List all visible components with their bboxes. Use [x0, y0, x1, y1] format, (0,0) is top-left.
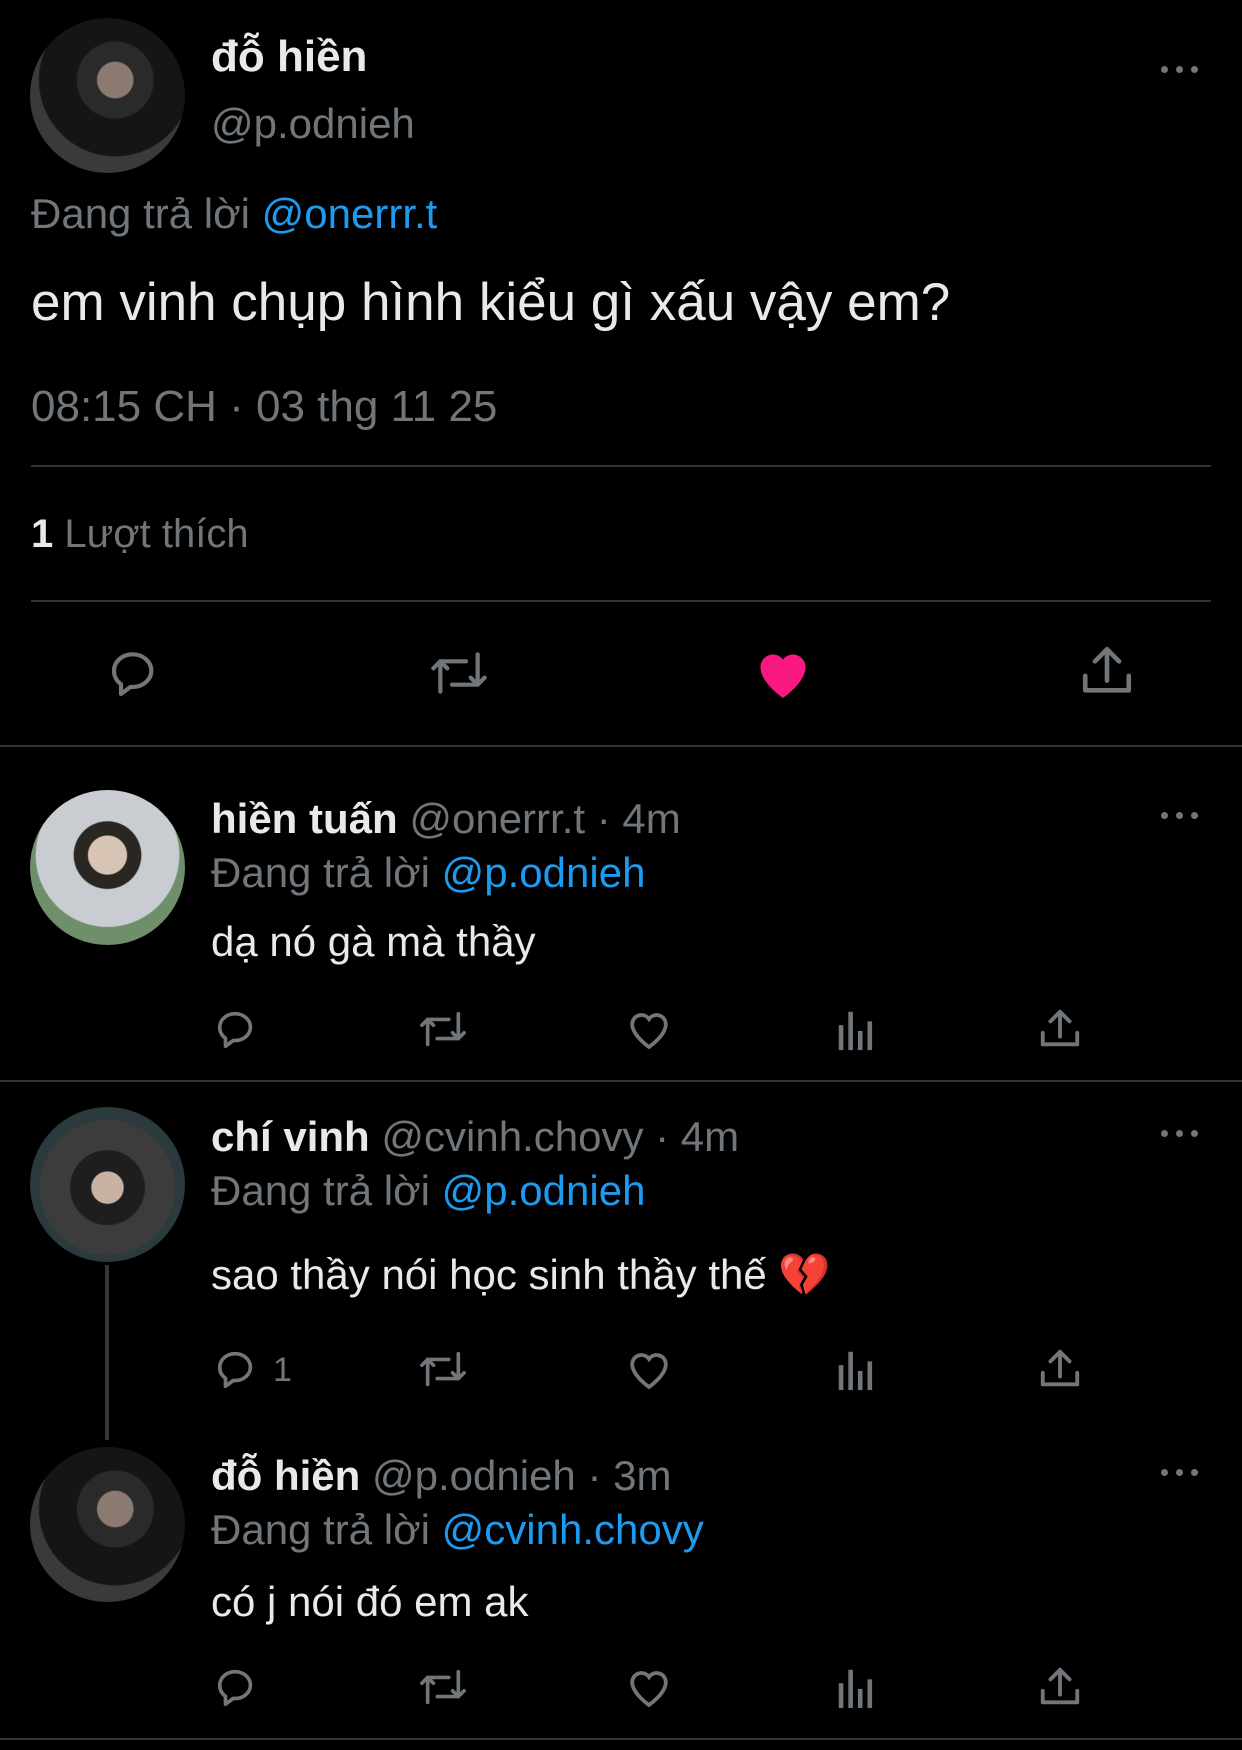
share-icon[interactable]	[1078, 642, 1136, 700]
tweet-timestamp[interactable]: 08:15 CH · 03 thg 11 25	[31, 382, 497, 432]
replying-to-link[interactable]: @p.odnieh	[442, 849, 646, 896]
reply-time: · 4m	[655, 1113, 740, 1160]
reply-text: dạ nó gà mà thầy	[211, 918, 536, 965]
author-handle[interactable]: @cvinh.chovy	[381, 1113, 643, 1160]
reply-icon[interactable]	[213, 1006, 261, 1052]
section-divider	[0, 1738, 1242, 1740]
more-icon[interactable]	[1161, 64, 1201, 74]
reply-header: hiền tuấn @onerrr.t · 4m	[211, 795, 681, 843]
retweet-icon[interactable]	[425, 645, 493, 701]
views-icon[interactable]	[835, 1006, 877, 1052]
replying-to-line: Đang trả lời @cvinh.chovy	[211, 1506, 704, 1554]
reply-header: đỗ hiền @p.odnieh · 3m	[211, 1452, 671, 1500]
replying-label: Đang trả lời	[211, 1167, 430, 1214]
views-icon[interactable]	[835, 1346, 877, 1392]
reply-time: · 4m	[596, 795, 681, 842]
replying-label: Đang trả lời	[211, 849, 430, 896]
reply-icon[interactable]	[213, 1346, 261, 1392]
reply-text: sao thầy nói học sinh thầy thế	[211, 1251, 767, 1298]
heart-icon[interactable]	[625, 1346, 673, 1392]
retweet-icon[interactable]	[415, 1346, 471, 1392]
reply-header: chí vinh @cvinh.chovy · 4m	[211, 1113, 739, 1161]
likes-label: Lượt thích	[64, 512, 249, 556]
heart-icon[interactable]	[625, 1006, 673, 1052]
divider	[31, 465, 1211, 467]
views-icon[interactable]	[835, 1664, 877, 1710]
avatar[interactable]	[30, 1107, 185, 1262]
author-name[interactable]: hiền tuấn	[211, 795, 398, 842]
thread-line	[105, 1265, 109, 1440]
author-handle[interactable]: @p.odnieh	[372, 1452, 576, 1499]
replying-to-link[interactable]: @onerrr.t	[262, 190, 438, 237]
replying-label: Đang trả lời	[31, 190, 250, 237]
avatar[interactable]	[30, 18, 185, 173]
avatar[interactable]	[30, 790, 185, 945]
author-name[interactable]: đỗ hiền	[211, 1452, 360, 1499]
reply-text-line: sao thầy nói học sinh thầy thế 💔	[211, 1251, 831, 1300]
reply-icon[interactable]	[213, 1664, 261, 1710]
divider	[31, 600, 1211, 602]
replying-to-line: Đang trả lời @p.odnieh	[211, 1167, 645, 1215]
avatar[interactable]	[30, 1447, 185, 1602]
replying-to-line: Đang trả lời @onerrr.t	[31, 190, 437, 238]
heart-icon[interactable]	[753, 645, 813, 701]
share-icon[interactable]	[1037, 1346, 1083, 1392]
replying-to-link[interactable]: @p.odnieh	[442, 1167, 646, 1214]
author-name[interactable]: đỗ hiền	[211, 32, 367, 82]
reply-text: có j nói đó em ak	[211, 1578, 529, 1625]
share-icon[interactable]	[1037, 1664, 1083, 1710]
retweet-icon[interactable]	[415, 1006, 471, 1052]
author-name[interactable]: chí vinh	[211, 1113, 370, 1160]
section-divider	[0, 1080, 1242, 1082]
share-icon[interactable]	[1037, 1006, 1083, 1052]
reply-time: · 3m	[587, 1452, 672, 1499]
likes-count: 1	[31, 512, 54, 556]
retweet-icon[interactable]	[415, 1664, 471, 1710]
replying-label: Đang trả lời	[211, 1506, 430, 1553]
more-icon[interactable]	[1161, 1128, 1201, 1138]
more-icon[interactable]	[1161, 810, 1201, 820]
heart-icon[interactable]	[625, 1664, 673, 1710]
more-icon[interactable]	[1161, 1467, 1201, 1477]
replying-to-link[interactable]: @cvinh.chovy	[442, 1506, 704, 1553]
broken-heart-icon: 💔	[778, 1251, 831, 1298]
likes-stat[interactable]: 1 Lượt thích	[31, 512, 249, 557]
reply-count: 1	[273, 1351, 292, 1389]
author-handle[interactable]: @onerrr.t	[409, 795, 585, 842]
replying-to-line: Đang trả lời @p.odnieh	[211, 849, 645, 897]
author-handle[interactable]: @p.odnieh	[211, 100, 415, 148]
tweet-text: em vinh chụp hình kiểu gì xấu vậy em?	[31, 273, 951, 332]
reply-icon[interactable]	[105, 645, 165, 701]
section-divider	[0, 745, 1242, 747]
